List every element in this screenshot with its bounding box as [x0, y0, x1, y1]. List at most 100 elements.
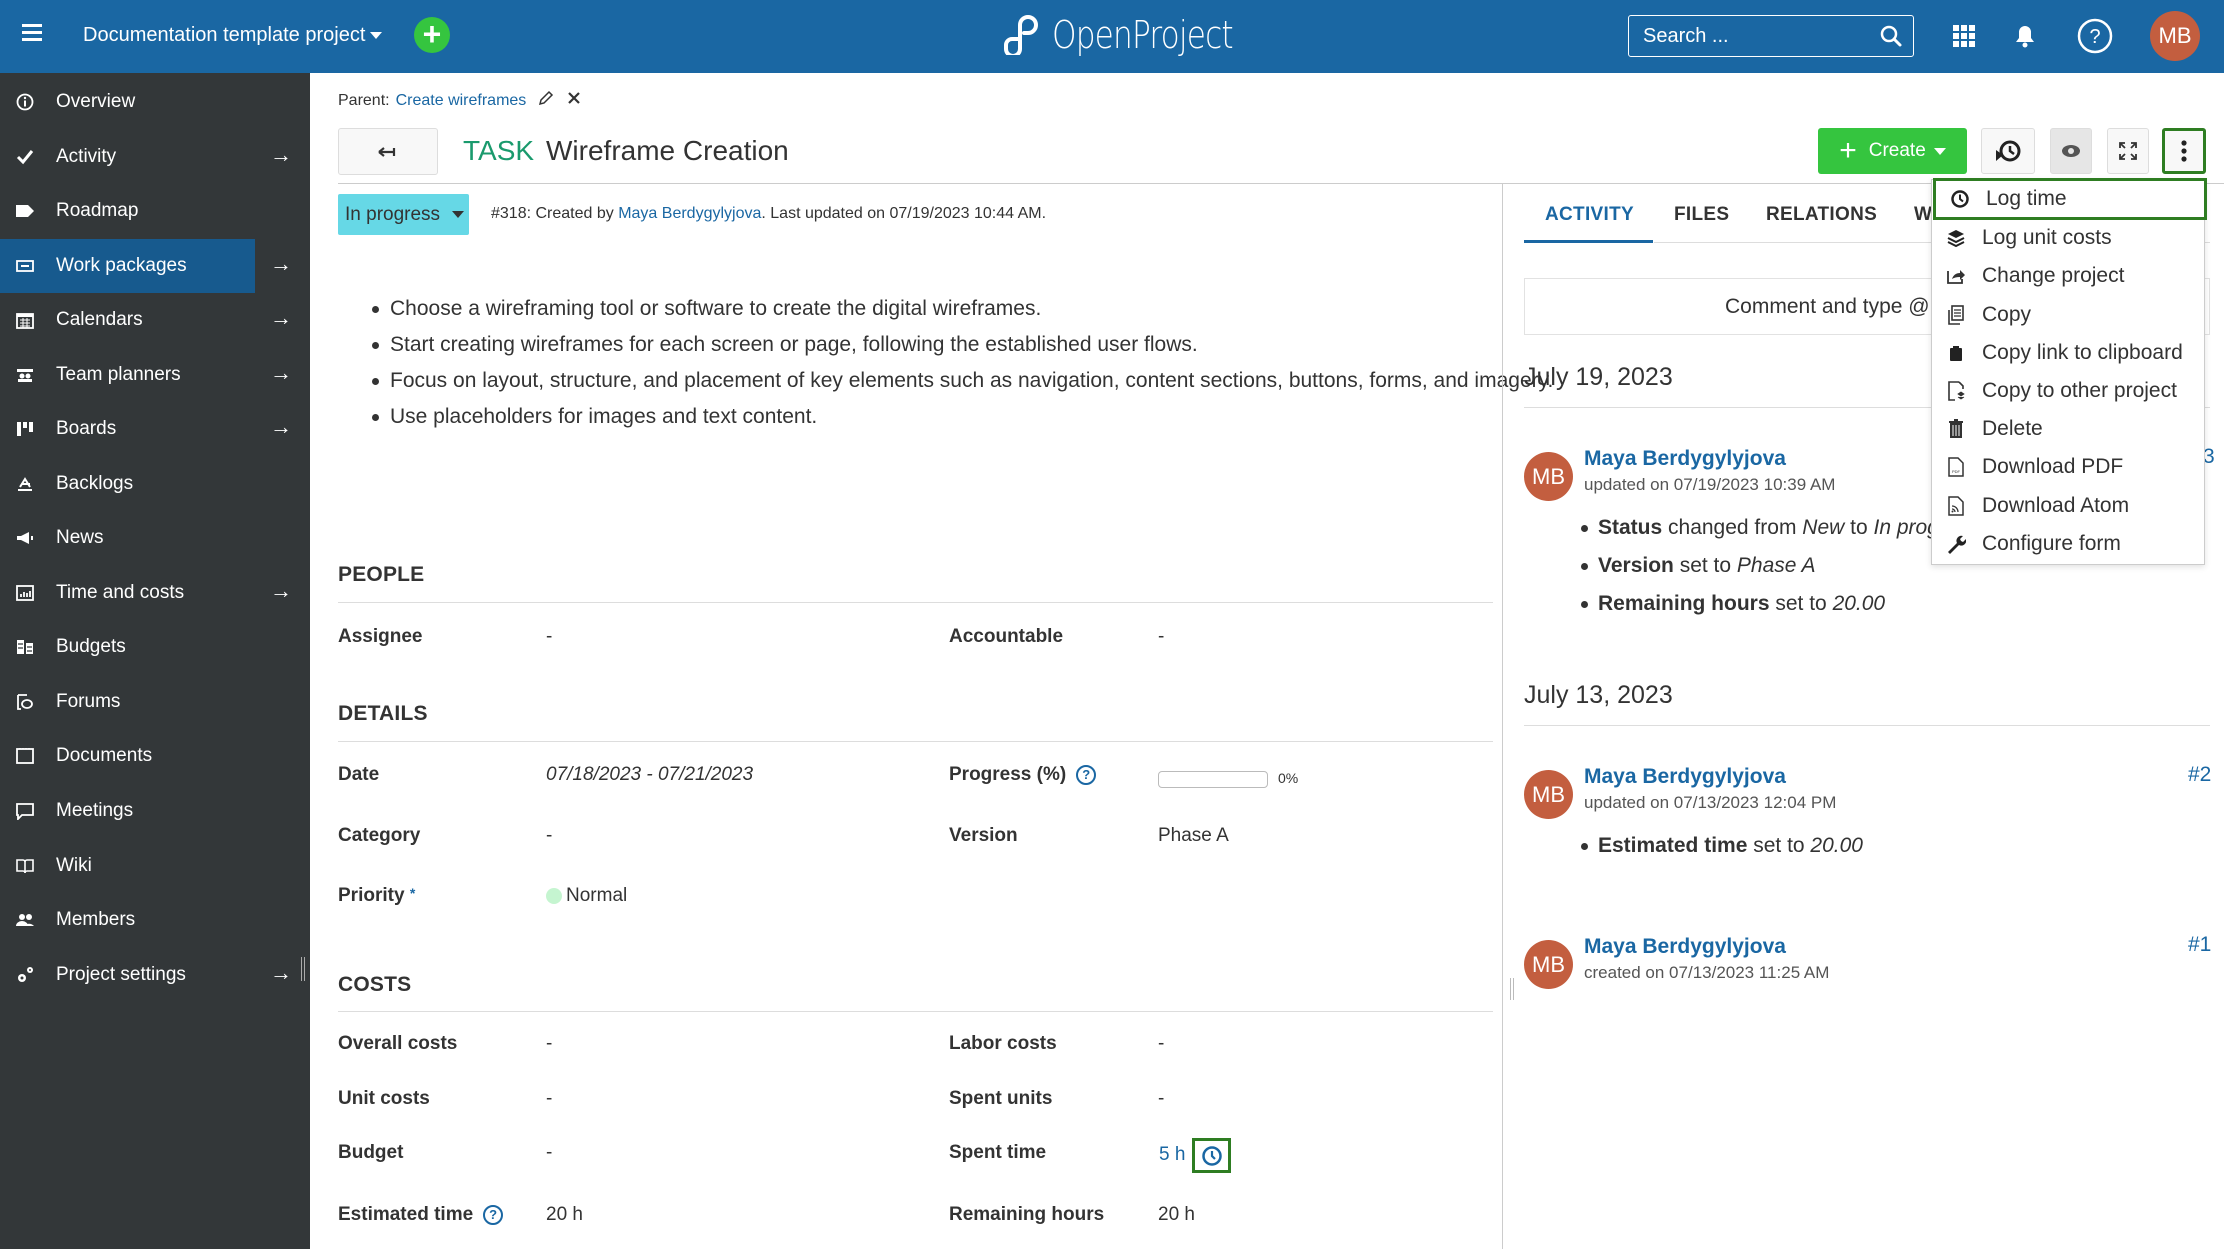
tab-activity[interactable]: ACTIVITY: [1545, 186, 1634, 243]
help-icon[interactable]: ?: [483, 1204, 504, 1225]
arrow-right-icon[interactable]: →: [270, 960, 292, 986]
log-time-button[interactable]: [1192, 1138, 1231, 1173]
tab-watchers[interactable]: W: [1914, 186, 1932, 243]
logo-icon: [1004, 15, 1039, 55]
active-tab-indicator: [1524, 240, 1653, 243]
spent-units-label: Spent units: [949, 1088, 1053, 1109]
project-selector[interactable]: Documentation template project: [83, 20, 383, 50]
checkmark-icon: [15, 147, 35, 167]
sidebar-item-activity[interactable]: Activity →: [0, 130, 310, 184]
help-icon[interactable]: ?: [2074, 15, 2116, 57]
menu-item-delete[interactable]: Delete: [1932, 410, 2204, 448]
fullscreen-button[interactable]: [2107, 128, 2149, 174]
category-value[interactable]: -: [546, 825, 552, 847]
resize-handle[interactable]: [1510, 978, 1514, 1000]
sidebar-item-roadmap[interactable]: Roadmap: [0, 184, 310, 238]
accountable-value[interactable]: -: [1158, 626, 1164, 648]
activity-user-link[interactable]: Maya Berdygylyjova: [1584, 935, 1786, 959]
sidebar-item-boards[interactable]: Boards →: [0, 402, 310, 456]
progress-bar[interactable]: [1158, 771, 1268, 788]
sidebar-item-project-settings[interactable]: Project settings →: [0, 948, 310, 1002]
openproject-logo[interactable]: OpenProject: [1000, 12, 1273, 58]
close-icon[interactable]: [566, 90, 582, 111]
tab-relations[interactable]: RELATIONS: [1766, 186, 1877, 243]
watch-button[interactable]: [2050, 128, 2092, 174]
sidebar-item-meetings[interactable]: Meetings: [0, 784, 310, 838]
sidebar-item-forums[interactable]: Forums: [0, 675, 310, 729]
search-input[interactable]: [1629, 16, 1913, 56]
create-button[interactable]: + Create: [1818, 128, 1967, 174]
menu-toggle-icon[interactable]: [22, 24, 42, 42]
activity-avatar[interactable]: MB: [1524, 770, 1573, 819]
sidebar-item-documents[interactable]: Documents: [0, 729, 310, 783]
help-icon[interactable]: ?: [1076, 764, 1097, 785]
activity-change-item: Version set to Phase A: [1578, 547, 1958, 585]
back-button[interactable]: [338, 128, 438, 175]
sidebar-item-time-and-costs[interactable]: Time and costs →: [0, 566, 310, 620]
arrow-right-icon[interactable]: →: [270, 305, 292, 331]
menu-item-download-atom[interactable]: Download Atom: [1932, 487, 2204, 525]
sidebar-item-news[interactable]: News: [0, 511, 310, 565]
user-avatar[interactable]: MB: [2150, 11, 2200, 61]
priority-value-wrap[interactable]: Normal: [546, 885, 627, 907]
budget-value[interactable]: -: [546, 1142, 552, 1164]
create-label: Create: [1868, 140, 1926, 161]
menu-item-configure-form[interactable]: Configure form: [1932, 525, 2204, 563]
activity-number-link[interactable]: #2: [2188, 763, 2211, 787]
work-package-type[interactable]: TASK: [463, 133, 534, 169]
assignee-value[interactable]: -: [546, 626, 552, 648]
sidebar-item-overview[interactable]: Overview: [0, 75, 310, 129]
activity-user-link[interactable]: Maya Berdygylyjova: [1584, 765, 1786, 789]
activity-avatar[interactable]: MB: [1524, 940, 1573, 989]
sidebar-item-label: Members: [56, 909, 136, 930]
tab-files[interactable]: FILES: [1674, 186, 1729, 243]
sidebar-item-wiki[interactable]: Wiki: [0, 839, 310, 893]
sidebar-item-label: Wiki: [56, 855, 92, 876]
work-package-title[interactable]: Wireframe Creation: [546, 133, 789, 169]
quick-add-button[interactable]: +: [414, 17, 450, 53]
menu-item-log-unit-costs[interactable]: Log unit costs: [1932, 219, 2204, 257]
modules-grid-icon[interactable]: [1946, 18, 1982, 54]
menu-item-download-pdf[interactable]: PDF Download PDF: [1932, 448, 2204, 486]
sidebar-item-members[interactable]: Members: [0, 893, 310, 947]
trash-icon: [1945, 418, 1967, 440]
sidebar-item-calendars[interactable]: Calendars →: [0, 293, 310, 347]
menu-item-copy[interactable]: Copy: [1932, 296, 2204, 334]
arrow-right-icon[interactable]: →: [270, 142, 292, 168]
pencil-icon[interactable]: [538, 90, 554, 111]
sidebar-item-budgets[interactable]: Budgets: [0, 620, 310, 674]
activity-number-link[interactable]: #1: [2188, 933, 2211, 957]
global-search[interactable]: [1628, 15, 1914, 57]
menu-item-log-time[interactable]: Log time: [1933, 178, 2207, 220]
date-value[interactable]: 07/18/2023 - 07/21/2023: [546, 764, 753, 786]
activity-timestamp: updated on 07/19/2023 10:39 AM: [1584, 475, 1836, 494]
menu-item-change-project[interactable]: Change project: [1932, 257, 2204, 295]
notification-bell-icon[interactable]: [2007, 18, 2043, 54]
arrow-right-icon[interactable]: →: [270, 360, 292, 386]
parent-link[interactable]: Create wireframes: [396, 92, 527, 110]
arrow-right-icon[interactable]: →: [270, 251, 292, 277]
activity-avatar[interactable]: MB: [1524, 452, 1573, 501]
change-from: New: [1802, 516, 1845, 539]
progress-label: Progress (%): [949, 764, 1067, 785]
overall-costs-value: -: [546, 1033, 553, 1054]
status-dropdown[interactable]: In progress: [338, 194, 469, 235]
more-actions-button[interactable]: [2162, 128, 2206, 174]
activity-user-link[interactable]: Maya Berdygylyjova: [1584, 447, 1786, 471]
baseline-button[interactable]: [1981, 128, 2035, 174]
labor-costs-value: -: [1158, 1033, 1165, 1054]
menu-item-copy-link-to-clipboard[interactable]: Copy link to clipboard: [1932, 334, 2204, 372]
sidebar-item-work-packages[interactable]: Work packages →: [0, 239, 310, 293]
sidebar-item-backlogs[interactable]: Backlogs: [0, 457, 310, 511]
search-icon[interactable]: [1879, 24, 1903, 48]
sidebar-item-team-planners[interactable]: Team planners →: [0, 348, 310, 402]
author-link[interactable]: Maya Berdygylyjova: [618, 205, 761, 222]
menu-item-copy-to-other-project[interactable]: Copy to other project: [1932, 372, 2204, 410]
remaining-hours-value[interactable]: 20 h: [1158, 1204, 1195, 1226]
spent-time-link[interactable]: 5 h: [1159, 1144, 1185, 1166]
estimated-time-value[interactable]: 20 h: [546, 1204, 583, 1226]
change-text: set to: [1769, 592, 1833, 615]
arrow-right-icon[interactable]: →: [270, 414, 292, 440]
arrow-right-icon[interactable]: →: [270, 578, 292, 604]
version-value[interactable]: Phase A: [1158, 825, 1229, 847]
